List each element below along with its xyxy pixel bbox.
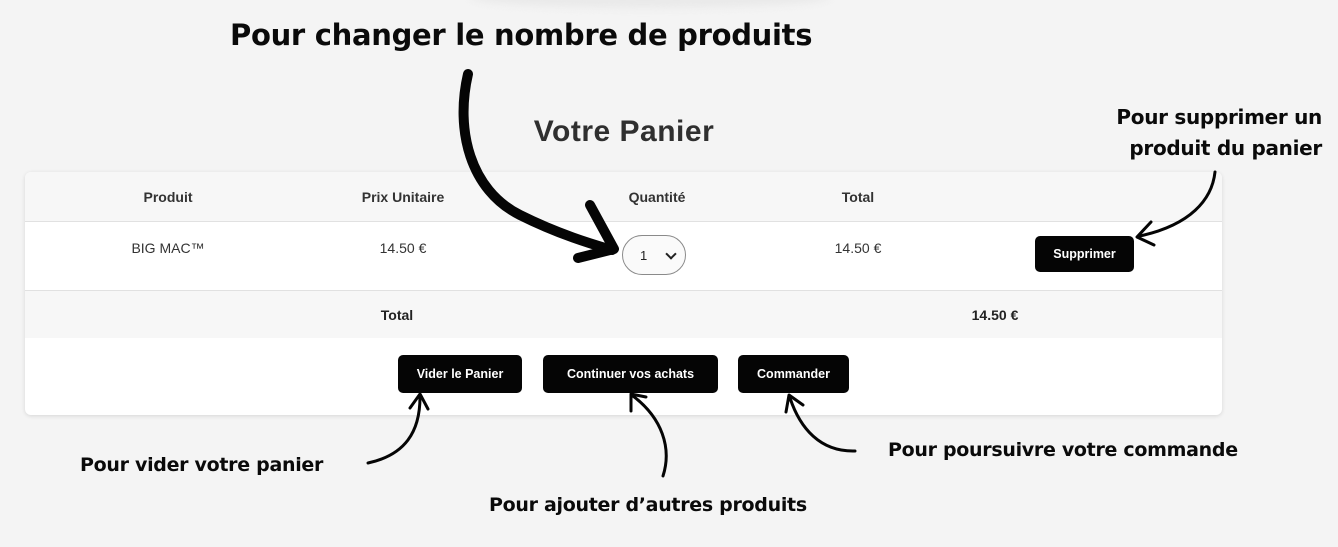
top-decoration (470, 0, 830, 8)
annotation-change-quantity: Pour changer le nombre de produits (230, 18, 813, 52)
remove-button[interactable]: Supprimer (1035, 236, 1134, 272)
total-value: 14.50 € (971, 307, 1019, 323)
unit-price: 14.50 € (379, 240, 427, 256)
total-row: Total 14.50 € (25, 291, 1222, 338)
chevron-down-icon (665, 248, 677, 260)
column-header-product: Produit (143, 189, 193, 205)
total-label: Total (380, 307, 414, 323)
order-button[interactable]: Commander (738, 355, 849, 393)
annotation-empty-cart: Pour vider votre panier (80, 454, 324, 476)
annotation-add-products: Pour ajouter d’autres produits (489, 494, 807, 516)
column-header-total: Total (841, 189, 875, 205)
cart-table: Produit Prix Unitaire Quantité Total BIG… (25, 172, 1222, 415)
quantity-value: 1 (640, 248, 648, 263)
row-total: 14.50 € (834, 240, 882, 256)
product-name: BIG MAC™ (131, 240, 205, 256)
empty-cart-button[interactable]: Vider le Panier (398, 355, 522, 393)
continue-shopping-button[interactable]: Continuer vos achats (543, 355, 718, 393)
column-header-unit-price: Prix Unitaire (361, 189, 445, 205)
column-header-quantity: Quantité (628, 189, 686, 205)
annotation-continue-order: Pour poursuivre votre commande (888, 439, 1238, 461)
table-header: Produit Prix Unitaire Quantité Total (25, 172, 1222, 222)
quantity-select[interactable]: 1 (622, 235, 686, 275)
page-title: Votre Panier (533, 115, 715, 148)
